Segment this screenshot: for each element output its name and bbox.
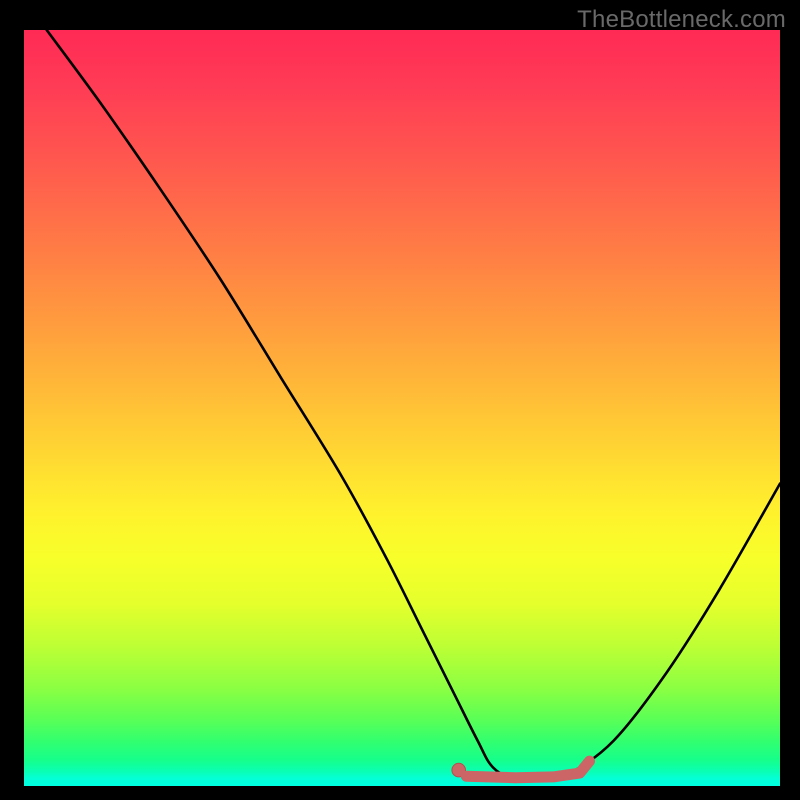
chart-container: TheBottleneck.com xyxy=(0,0,800,800)
optimum-range-bar xyxy=(466,761,589,778)
chart-svg xyxy=(24,30,780,786)
plot-area xyxy=(24,30,780,786)
bottleneck-curve xyxy=(47,30,780,781)
